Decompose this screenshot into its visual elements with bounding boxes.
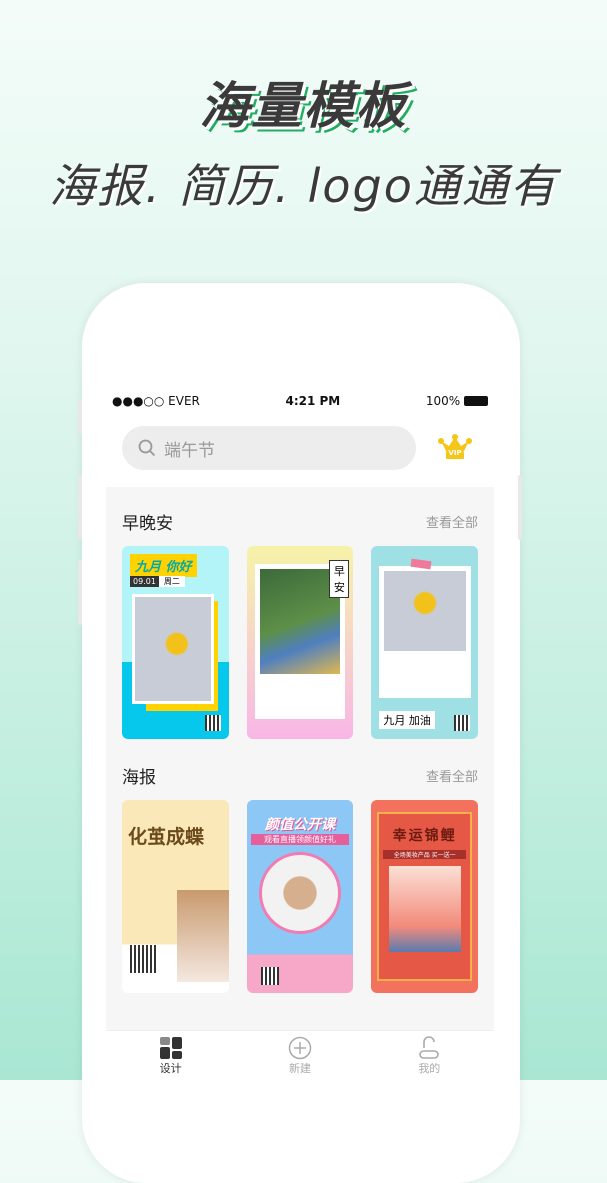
qr-code	[454, 715, 471, 731]
tab-design[interactable]: 设计	[106, 1031, 235, 1080]
template-card[interactable]: 九月 你好 09.01 周二	[122, 546, 229, 739]
battery: 100%	[426, 394, 488, 408]
phone-side-button	[78, 560, 82, 625]
card-title: 九月 加油	[379, 711, 435, 729]
section-header-morning: 早晚安 查看全部	[106, 509, 494, 534]
battery-icon	[463, 396, 488, 406]
template-card[interactable]: 九月 加油	[371, 546, 479, 739]
search-input[interactable]: 端午节	[122, 426, 416, 470]
card-title: 化茧成蝶	[128, 826, 205, 848]
card-photo	[132, 594, 214, 704]
qr-code	[260, 967, 279, 985]
qr-code	[130, 945, 158, 973]
template-card[interactable]: 早安	[246, 546, 354, 739]
headline-subtitle: 海报. 简历. logo通通有	[49, 159, 558, 213]
card-subtitle: 观看直播领颜值好礼	[250, 834, 350, 845]
header: 端午节 VIP	[106, 411, 494, 487]
status-bar: ●●●○○ EVER 4:21 PM 100%	[106, 390, 494, 411]
grid-icon	[159, 1036, 182, 1059]
qr-code	[204, 715, 221, 731]
card-photo	[258, 852, 341, 934]
svg-text:VIP: VIP	[448, 449, 461, 457]
card-title: 九月 你好	[130, 554, 197, 577]
headline-title: 海量模板	[199, 77, 408, 135]
card-photo	[389, 866, 462, 952]
search-icon	[138, 439, 156, 457]
clock: 4:21 PM	[285, 393, 341, 408]
app-screen: ●●●○○ EVER 4:21 PM 100% 端午节 VIP 早晚安 查看全部…	[106, 390, 494, 1080]
section-header-poster: 海报 查看全部	[106, 763, 494, 788]
tab-new[interactable]: 新建	[235, 1031, 364, 1080]
user-icon	[419, 1035, 440, 1059]
card-title: 幸运锦鲤	[392, 828, 457, 844]
view-all-link[interactable]: 查看全部	[426, 512, 478, 531]
vip-crown-icon[interactable]: VIP	[438, 433, 472, 461]
template-card[interactable]: 幸运锦鲤 全场美妆产品 买一送一	[371, 800, 479, 993]
section-title: 早晚安	[122, 513, 173, 534]
section-title: 海报	[122, 767, 156, 788]
template-card[interactable]: 颜值公开课 观看直播领颜值好礼	[246, 800, 354, 993]
card-subtitle: 全场美妆产品 买一送一	[383, 850, 467, 859]
template-card[interactable]: 化茧成蝶	[122, 800, 229, 993]
carrier: ●●●○○ EVER	[112, 393, 200, 408]
tab-profile[interactable]: 我的	[365, 1031, 494, 1080]
search-placeholder: 端午节	[164, 440, 215, 461]
phone-side-button	[78, 475, 82, 540]
card-title: 早安	[329, 560, 350, 598]
bottom-tab-bar: 设计 新建 我的	[106, 1030, 494, 1080]
view-all-link[interactable]: 查看全部	[426, 766, 478, 785]
card-photo	[379, 566, 472, 698]
phone-side-button	[518, 475, 522, 540]
card-title: 颜值公开课	[265, 817, 335, 833]
card-photo	[176, 890, 229, 982]
plus-circle-icon	[288, 1036, 312, 1059]
phone-side-button	[78, 400, 82, 435]
